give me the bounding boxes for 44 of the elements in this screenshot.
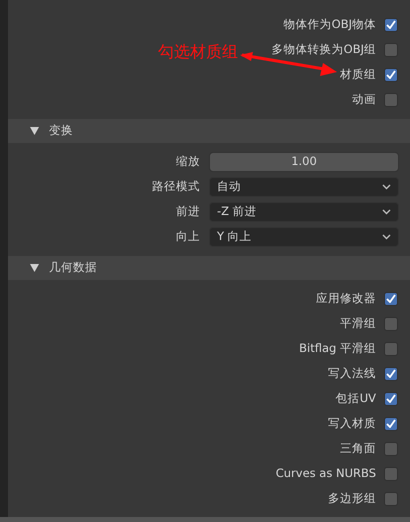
checkbox[interactable]: [384, 316, 398, 330]
field-label: 路径模式: [151, 178, 201, 195]
section-header[interactable]: 变换: [8, 119, 410, 143]
expand-triangle-icon: [30, 264, 39, 272]
field-label: 前进: [175, 202, 201, 220]
checkbox[interactable]: [384, 442, 398, 456]
checkbox[interactable]: [384, 392, 398, 406]
number-field[interactable]: 1.00: [209, 152, 399, 172]
section-title: 变换: [49, 122, 73, 140]
dropdown[interactable]: Y 向上: [209, 226, 399, 246]
option-label: 多边形组: [328, 490, 376, 507]
chevron-icon: [382, 184, 391, 190]
dropdown[interactable]: 自动: [209, 176, 399, 196]
checkbox[interactable]: [384, 92, 398, 106]
option-label: 包括UV: [336, 390, 376, 407]
checkbox[interactable]: [384, 292, 398, 306]
option-label: 写入材质: [328, 414, 376, 432]
checkbox[interactable]: [384, 18, 398, 32]
option-label: 物体作为OBJ物体: [284, 16, 376, 33]
chevron-icon: [382, 234, 391, 240]
checkbox[interactable]: [384, 416, 398, 430]
field-label: 缩放: [175, 152, 201, 170]
chevron-icon: [382, 208, 391, 214]
checkbox[interactable]: [384, 492, 398, 506]
option-label: 写入法线: [328, 364, 376, 382]
option-label: 平滑组: [340, 314, 376, 332]
option-label: 应用修改器: [316, 290, 376, 307]
checkbox[interactable]: [384, 68, 398, 82]
option-label: 三角面: [340, 440, 376, 457]
checkbox[interactable]: [384, 366, 398, 380]
expand-triangle-icon: [30, 127, 39, 135]
option-label: 多物体转换为OBJ组: [272, 40, 376, 58]
section-header[interactable]: 几何数据: [8, 256, 410, 280]
field-label: 向上: [175, 228, 201, 245]
option-label: Curves as NURBS: [276, 464, 376, 482]
option-label: 动画: [352, 90, 376, 108]
checkbox[interactable]: [384, 42, 398, 56]
annotation-text: 勾选材质组: [158, 41, 238, 63]
checkbox[interactable]: [384, 466, 398, 480]
section-title: 几何数据: [49, 259, 97, 276]
checkbox[interactable]: [384, 342, 398, 356]
dropdown[interactable]: -Z 前进: [209, 202, 399, 222]
option-label: Bitflag 平滑组: [299, 340, 376, 357]
option-label: 材质组: [340, 66, 376, 83]
